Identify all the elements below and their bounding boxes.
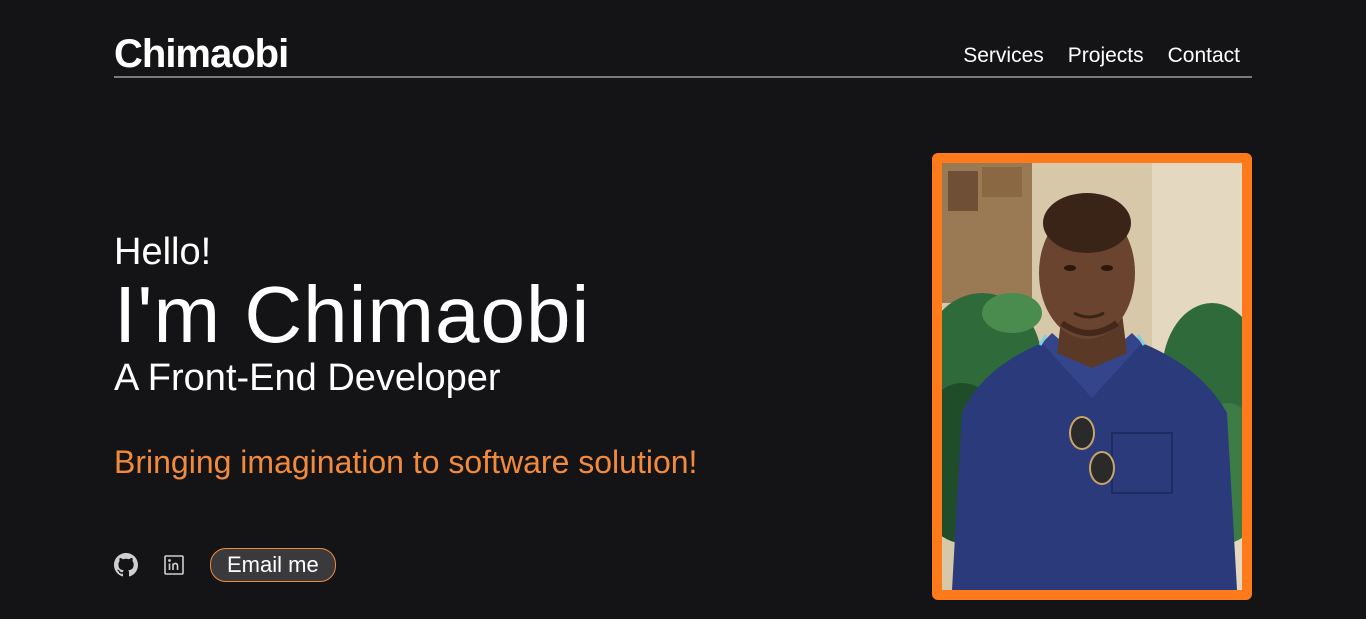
linkedin-icon[interactable] [162,553,186,577]
hero-intro: Hello! I'm Chimaobi A Front-End Develope… [114,230,590,400]
nav-link-services[interactable]: Services [963,44,1044,68]
hero-name: I'm Chimaobi [114,270,591,359]
site-logo[interactable]: Chimaobi [114,32,289,77]
email-me-button[interactable]: Email me [210,548,336,582]
main-nav: Services Projects Contact [963,44,1240,68]
nav-link-contact[interactable]: Contact [1168,44,1240,68]
github-icon[interactable] [114,553,138,577]
site-header: Chimaobi Services Projects Contact [114,30,1252,78]
hero-role: A Front-End Developer [114,357,501,399]
portfolio-page: Chimaobi Services Projects Contact Hello… [0,0,1366,619]
nav-link-projects[interactable]: Projects [1068,44,1144,68]
profile-photo-illustration [942,163,1242,590]
hero-tagline: Bringing imagination to software solutio… [114,444,698,480]
social-links: Email me [114,548,336,582]
profile-photo [932,153,1252,600]
hero-greeting: Hello! [114,231,212,273]
